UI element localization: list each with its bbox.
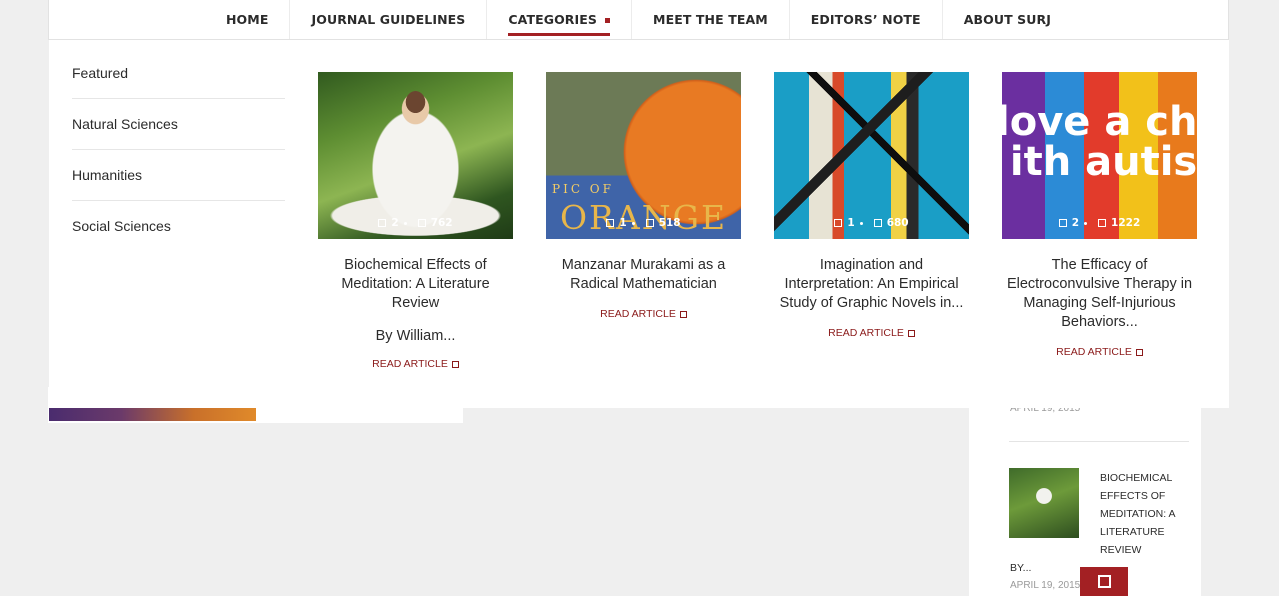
nav-journal-guidelines[interactable]: JOURNAL GUIDELINES xyxy=(289,0,486,39)
article-title[interactable]: Biochemical Effects of Meditation: A Lit… xyxy=(318,256,513,313)
article-card: love a chi ith autis 2 1222 The Efficacy… xyxy=(1002,72,1197,360)
nav-home[interactable]: HOME xyxy=(205,0,289,39)
read-article-label: READ ARTICLE xyxy=(372,358,448,370)
post-date: APRIL 19, 2015 xyxy=(1010,580,1081,591)
nav-label: EDITORS’ NOTE xyxy=(810,12,921,27)
comment-icon xyxy=(1058,219,1067,227)
comment-count: 1 xyxy=(847,217,855,229)
category-natural-sciences[interactable]: Natural Sciences xyxy=(72,99,285,150)
category-list: Featured Natural Sciences Humanities Soc… xyxy=(72,48,285,252)
separator-dot xyxy=(859,221,863,225)
comment-count: 1 xyxy=(619,217,627,229)
article-title[interactable]: The Efficacy of Electroconvulsive Therap… xyxy=(1002,256,1197,332)
view-count: 1222 xyxy=(1111,217,1141,229)
nav-about-surj[interactable]: ABOUT SURJ xyxy=(941,0,1072,39)
article-meta: 1 518 xyxy=(546,217,741,229)
external-link-icon xyxy=(1135,348,1143,356)
nav-label: HOME xyxy=(226,12,269,27)
nav-label: JOURNAL GUIDELINES xyxy=(311,12,466,27)
external-link-icon xyxy=(907,329,915,337)
article-meta: 1 680 xyxy=(774,217,969,229)
read-article-label: READ ARTICLE xyxy=(828,327,904,339)
sidebar-post-byline: BY... xyxy=(1010,562,1032,574)
article-card: 2 762 Biochemical Effects of Meditation:… xyxy=(318,72,513,372)
dropdown-indicator-icon xyxy=(605,18,611,23)
views-icon xyxy=(645,219,654,227)
comment-icon xyxy=(378,219,387,227)
article-thumbnail[interactable]: PIC OF ORANGE 1 518 xyxy=(546,72,741,239)
read-article-link[interactable]: READ ARTICLE xyxy=(372,358,459,370)
views-icon xyxy=(1098,219,1107,227)
article-meta: 2 1222 xyxy=(1002,217,1197,229)
comment-icon xyxy=(834,219,843,227)
external-link-icon xyxy=(679,310,687,318)
read-article-link[interactable]: READ ARTICLE xyxy=(828,327,915,339)
article-thumbnail[interactable]: love a chi ith autis 2 1222 xyxy=(1002,72,1197,239)
nav-categories[interactable]: CATEGORIES xyxy=(486,0,631,39)
nav-label: MEET THE TEAM xyxy=(653,12,768,27)
article-title[interactable]: Imagination and Interpretation: An Empir… xyxy=(774,256,969,313)
category-humanities[interactable]: Humanities xyxy=(72,150,285,201)
comment-count: 2 xyxy=(391,217,399,229)
image-caption-top: PIC OF xyxy=(552,182,614,196)
view-count: 518 xyxy=(658,217,681,229)
category-featured[interactable]: Featured xyxy=(72,48,285,99)
article-thumbnail[interactable]: 1 680 xyxy=(774,72,969,239)
back-to-top-button[interactable] xyxy=(1080,567,1128,596)
category-social-sciences[interactable]: Social Sciences xyxy=(72,201,285,252)
separator-dot xyxy=(403,221,407,225)
article-card: PIC OF ORANGE 1 518 Manzanar Murakami as… xyxy=(546,72,741,322)
divider xyxy=(1009,441,1189,442)
nav-meet-the-team[interactable]: MEET THE TEAM xyxy=(631,0,789,39)
read-article-label: READ ARTICLE xyxy=(1056,346,1132,358)
article-thumbnail[interactable]: 2 762 xyxy=(318,72,513,239)
article-meta: 2 762 xyxy=(318,217,513,229)
view-count: 762 xyxy=(430,217,453,229)
nav-editors-note[interactable]: EDITORS’ NOTE xyxy=(788,0,942,39)
separator-dot xyxy=(631,221,635,225)
views-icon xyxy=(417,219,426,227)
external-link-icon xyxy=(451,360,459,368)
comment-icon xyxy=(606,219,615,227)
read-article-label: READ ARTICLE xyxy=(600,308,676,320)
article-card: 1 680 Imagination and Interpretation: An… xyxy=(774,72,969,341)
article-title[interactable]: Manzanar Murakami as a Radical Mathemati… xyxy=(546,256,741,294)
nav-label: ABOUT SURJ xyxy=(963,12,1051,27)
categories-mega-menu: Featured Natural Sciences Humanities Soc… xyxy=(49,40,1229,408)
main-navigation: HOME JOURNAL GUIDELINES CATEGORIES MEET … xyxy=(48,0,1229,40)
post-thumbnail[interactable] xyxy=(1009,468,1079,538)
comment-count: 2 xyxy=(1071,217,1080,229)
separator-dot xyxy=(1084,221,1088,225)
square-icon xyxy=(1097,575,1111,588)
nav-label: CATEGORIES xyxy=(508,12,598,27)
read-article-link[interactable]: READ ARTICLE xyxy=(1056,346,1143,358)
views-icon xyxy=(873,219,882,227)
article-byline: By William... xyxy=(375,328,456,344)
read-article-link[interactable]: READ ARTICLE xyxy=(600,308,687,320)
sidebar-post-title[interactable]: BIOCHEMICAL EFFECTS OF MEDITATION: A LIT… xyxy=(1100,469,1190,559)
image-caption-text: love a chi ith autis xyxy=(1002,99,1197,185)
image-caption: love a chi ith autis xyxy=(1002,102,1197,182)
view-count: 680 xyxy=(886,217,909,229)
